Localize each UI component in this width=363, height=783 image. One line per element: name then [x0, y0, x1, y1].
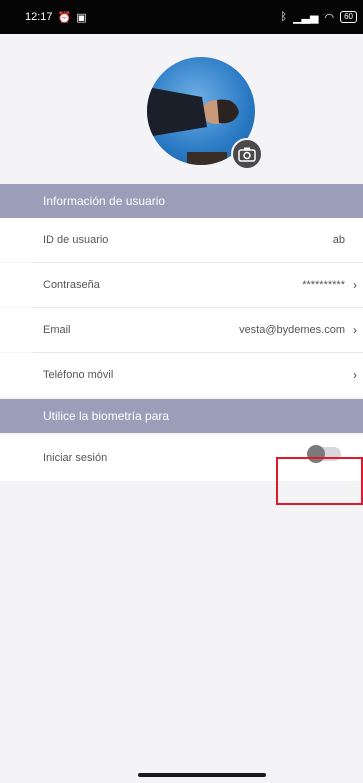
wifi-icon: ◠: [324, 11, 335, 24]
home-indicator[interactable]: [138, 773, 266, 777]
row-value: **********: [302, 279, 345, 291]
row-label: Contraseña: [43, 279, 100, 291]
row-password[interactable]: Contraseña ********** ›: [0, 263, 363, 307]
alarm-icon: ⏰: [57, 11, 72, 24]
camera-icon: [238, 147, 256, 162]
section-header-user-info: Información de usuario: [0, 184, 363, 218]
chevron-right-icon: ›: [353, 368, 357, 382]
profile-area: [0, 34, 363, 184]
signal-icon: ▁▃▅: [293, 11, 319, 24]
status-bar: 12:17 ⏰ ▣ ᛒ ▁▃▅ ◠ 60: [0, 0, 363, 34]
row-value: ab: [332, 234, 345, 246]
row-mobile-phone[interactable]: Teléfono móvil ›: [0, 353, 363, 397]
row-email[interactable]: Email vesta@bydemes.com ›: [0, 308, 363, 352]
row-user-id: ID de usuario ab: [0, 218, 363, 262]
row-value: vesta@bydemes.com: [239, 324, 345, 336]
battery-icon: 60: [340, 11, 357, 23]
row-label: ID de usuario: [43, 234, 109, 246]
row-label: Teléfono móvil: [43, 369, 114, 381]
chevron-right-icon: ›: [353, 323, 357, 337]
chevron-right-icon: ›: [353, 278, 357, 292]
highlight-box: [276, 457, 363, 505]
teams-icon: ▣: [76, 11, 87, 24]
section-header-biometrics: Utilice la biometría para: [0, 399, 363, 433]
status-time: 12:17: [25, 11, 53, 23]
bluetooth-icon: ᛒ: [280, 11, 288, 23]
change-photo-button[interactable]: [231, 138, 263, 170]
row-label: Email: [43, 324, 71, 336]
